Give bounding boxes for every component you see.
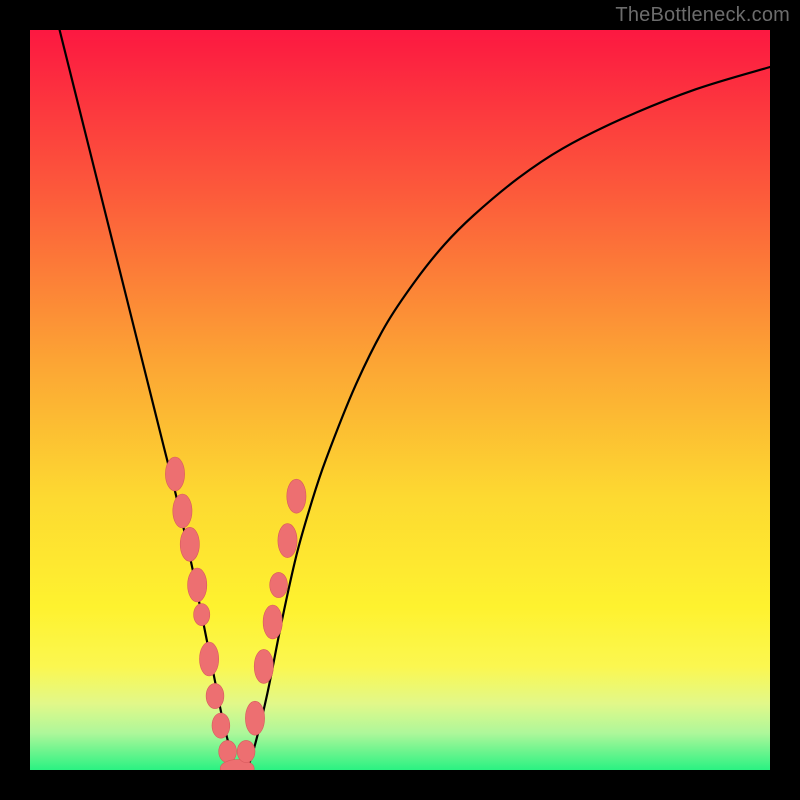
curve-marker [206,683,224,708]
curve-marker [245,701,264,735]
watermark-text: TheBottleneck.com [615,4,790,27]
curve-marker [270,572,288,597]
plot-area [30,30,770,770]
curve-marker [188,568,207,602]
curve-marker [219,740,237,762]
curve-marker [263,605,282,639]
curve-marker [194,604,210,626]
curve-marker [180,527,199,561]
chart-frame: TheBottleneck.com [0,0,800,800]
curve-marker [200,642,219,676]
curve-marker [212,713,230,738]
curve-marker [165,457,184,491]
bottleneck-curve [30,30,770,770]
curve-marker [287,479,306,513]
curve-marker [237,740,255,762]
curve-marker [173,494,192,528]
curve-marker [254,649,273,683]
curve-marker [278,524,297,558]
